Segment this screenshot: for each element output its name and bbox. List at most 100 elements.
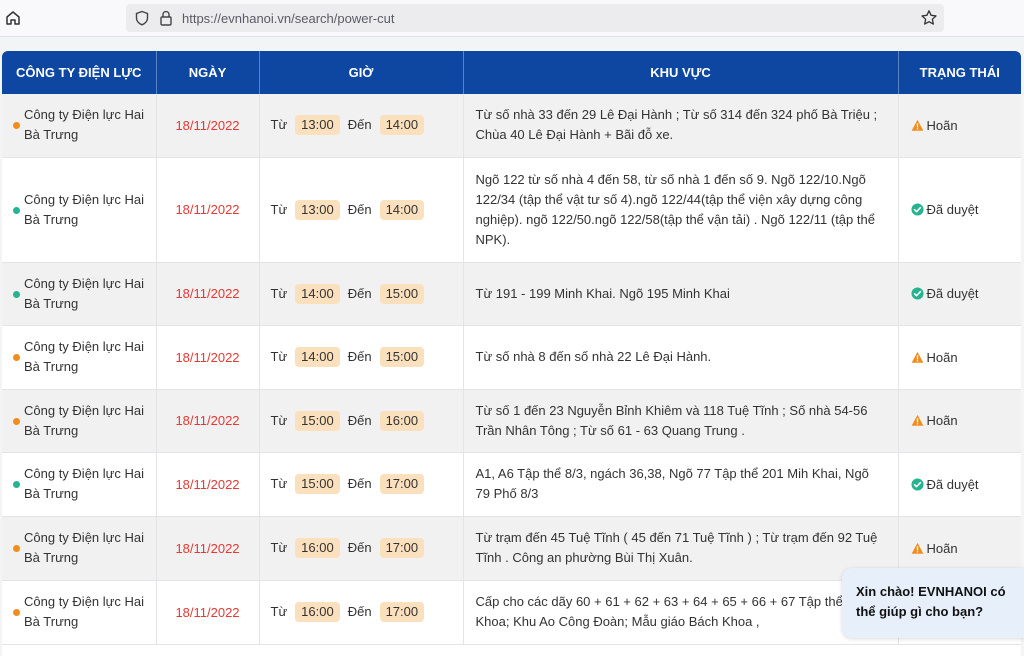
lock-icon[interactable] [159, 10, 173, 26]
table-body: Công ty Điện lực Hai Bà Trưng 18/11/2022 T… [2, 94, 1021, 645]
area-cell: Từ trạm đến 45 Tuệ Tĩnh ( 45 đến 71 Tuệ … [463, 516, 899, 581]
company-name: Công ty Điện lực Hai Bà Trưng [24, 402, 144, 438]
header-company: CÔNG TY ĐIỆN LỰC [2, 51, 157, 94]
status-label: Đã duyệt [926, 286, 979, 301]
status-cell: Hoãn [898, 389, 1021, 453]
date-cell: 18/11/2022 [156, 452, 260, 517]
status-dot [13, 206, 20, 214]
date-cell: 18/11/2022 [156, 325, 260, 390]
area-cell: Từ số nhà 33 đến 29 Lê Đại Hành ; Từ số … [463, 94, 899, 158]
to-label: Đến [347, 540, 372, 555]
company-name: Công ty Điện lực Hai Bà Trưng [24, 275, 144, 311]
status-label: Hoãn [926, 349, 958, 365]
status-cell: Đã duyệt [898, 157, 1021, 263]
from-label: Từ [270, 349, 288, 364]
area-cell: Cấp cho các dãy 60 + 61 + 62 + 63 + 64 +… [463, 580, 899, 645]
table-row: Công ty Điện lực Hai Bà Trưng 18/11/2022 T… [2, 325, 1021, 390]
home-icon[interactable] [4, 9, 22, 27]
warning-icon [911, 119, 923, 131]
date-cell: 18/11/2022 [156, 516, 260, 581]
status-label: Hoãn [926, 413, 958, 428]
from-label: Từ [270, 412, 288, 428]
from-label: Từ [270, 476, 288, 491]
from-time-badge: 16:00 [295, 602, 340, 622]
browser-toolbar: https://evnhanoi.vn/search/power-cut [0, 0, 1024, 37]
company-name: Công ty Điện lực Hai Bà Trưng [24, 339, 144, 374]
time-cell: Từ 13:00 Đến 14:00 [259, 94, 464, 158]
to-time-badge: 14:00 [379, 199, 425, 220]
area-cell: Từ số nhà 8 đến số nhà 22 Lê Đại Hành. [463, 325, 899, 390]
to-label: Đến [347, 604, 372, 619]
time-cell: Từ 15:00 Đến 16:00 [259, 389, 464, 453]
bookmark-star-icon[interactable] [920, 9, 938, 27]
from-label: Từ [270, 201, 288, 217]
url-text[interactable]: https://evnhanoi.vn/search/power-cut [182, 11, 394, 26]
table-row: Công ty Điện lực Hai Bà Trưng 18/11/2022 T… [2, 94, 1021, 158]
company-cell: Công ty Điện lực Hai Bà Trưng [2, 452, 157, 517]
to-time-badge: 15:00 [379, 347, 425, 367]
warning-icon [911, 351, 923, 363]
address-bar[interactable]: https://evnhanoi.vn/search/power-cut [126, 4, 944, 32]
time-cell: Từ 16:00 Đến 17:00 [259, 516, 464, 581]
to-time-badge: 17:00 [379, 474, 425, 494]
company-cell: Công ty Điện lực Hai Bà Trưng [2, 580, 157, 645]
table-row: Công ty Điện lực Hai Bà Trưng 18/11/2022 T… [2, 452, 1021, 517]
to-label: Đến [347, 117, 372, 133]
status-label: Đã duyệt [926, 476, 979, 492]
from-label: Từ [270, 604, 288, 619]
company-name: Công ty Điện lực Hai Bà Trưng [24, 594, 144, 629]
date-cell: 18/11/2022 [156, 262, 260, 326]
to-time-badge: 15:00 [379, 283, 425, 304]
header-status: TRẠNG THÁI [898, 51, 1021, 94]
status-dot [13, 481, 20, 488]
company-cell: Công ty Điện lực Hai Bà Trưng [2, 262, 157, 326]
area-cell: Ngõ 122 từ số nhà 4 đến 58, từ số nhà 1 … [463, 157, 899, 263]
from-label: Từ [270, 540, 288, 555]
company-name: Công ty Điện lực Hai Bà Trưng [24, 530, 144, 565]
to-time-badge: 16:00 [379, 410, 425, 431]
time-cell: Từ 15:00 Đến 17:00 [259, 452, 464, 517]
area-cell: A1, A6 Tập thể 8/3, ngách 36,38, Ngõ 77 … [463, 452, 899, 517]
to-time-badge: 17:00 [379, 602, 425, 622]
company-name: Công ty Điện lực Hai Bà Trưng [24, 466, 144, 501]
shield-icon[interactable] [134, 10, 150, 26]
company-cell: Công ty Điện lực Hai Bà Trưng [2, 94, 157, 158]
company-cell: Công ty Điện lực Hai Bà Trưng [2, 516, 157, 581]
from-time-badge: 15:00 [295, 410, 340, 431]
time-cell: Từ 13:00 Đến 14:00 [259, 157, 464, 263]
status-dot [13, 290, 20, 298]
to-label: Đến [347, 476, 372, 491]
company-cell: Công ty Điện lực Hai Bà Trưng [2, 389, 157, 453]
from-time-badge: 14:00 [295, 347, 340, 367]
area-cell: Từ số 1 đến 23 Nguyễn Bỉnh Khiêm và 118 … [463, 389, 899, 453]
power-cut-table: CÔNG TY ĐIỆN LỰC NGÀY GIỜ KHU VỰC TRẠNG … [2, 51, 1021, 645]
date-cell: 18/11/2022 [156, 94, 260, 158]
from-label: Từ [270, 285, 288, 301]
company-cell: Công ty Điện lực Hai Bà Trưng [2, 325, 157, 390]
header-area: KHU VỰC [463, 51, 899, 94]
to-label: Đến [347, 349, 372, 364]
company-name: Công ty Điện lực Hai Bà Trưng [24, 191, 144, 227]
status-dot [13, 122, 20, 130]
check-circle-icon [910, 477, 924, 491]
chat-widget[interactable]: Xin chào! EVNHANOI có thể giúp gì cho bạ… [842, 568, 1024, 638]
table-row: Công ty Điện lực Hai Bà Trưng 18/11/2022 T… [2, 262, 1021, 326]
to-time-badge: 17:00 [379, 538, 425, 558]
warning-icon [911, 414, 923, 426]
area-cell: Từ 191 - 199 Minh Khai. Ngõ 195 Minh Kha… [463, 262, 899, 326]
from-time-badge: 13:00 [295, 115, 340, 136]
date-cell: 18/11/2022 [156, 157, 260, 263]
from-time-badge: 16:00 [295, 538, 340, 558]
company-cell: Công ty Điện lực Hai Bà Trưng [2, 157, 157, 263]
to-label: Đến [347, 285, 372, 301]
time-cell: Từ 14:00 Đến 15:00 [259, 262, 464, 326]
chat-greeting[interactable]: Xin chào! EVNHANOI có thể giúp gì cho bạ… [856, 582, 1018, 622]
to-time-badge: 14:00 [379, 115, 425, 136]
check-circle-icon [910, 287, 924, 300]
warning-icon [911, 542, 923, 554]
status-dot [13, 354, 20, 361]
time-cell: Từ 16:00 Đến 17:00 [259, 580, 464, 645]
status-cell: Hoãn [898, 94, 1021, 158]
status-label: Đã duyệt [926, 202, 979, 217]
header-time: GIỜ [259, 51, 464, 94]
